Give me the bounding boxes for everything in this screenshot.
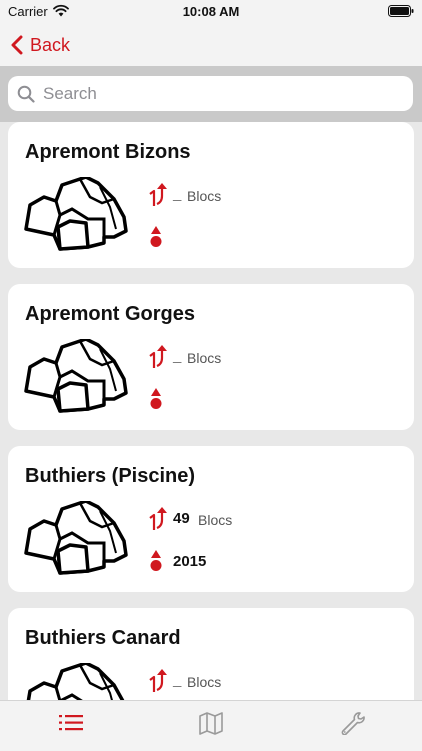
- back-button[interactable]: Back: [10, 30, 70, 60]
- crag-name: Buthiers (Piscine): [25, 465, 196, 487]
- rock-icon: [24, 177, 128, 251]
- route-arrow-icon: [149, 507, 167, 530]
- altitude-icon: [150, 226, 162, 247]
- crag-card[interactable]: Buthiers Canard _ Blocs: [8, 608, 414, 700]
- route-arrow-icon: [149, 669, 167, 692]
- altitude-value: 2015: [173, 553, 207, 570]
- rock-icon: [26, 663, 125, 700]
- routes-count: _: [173, 672, 182, 689]
- wrench-icon[interactable]: [339, 711, 365, 735]
- crag-card[interactable]: Apremont Gorges _ Blocs: [8, 284, 414, 430]
- crag-list[interactable]: Apremont Bizons _ Blocs Apremont Gorges: [0, 122, 422, 700]
- search-field[interactable]: [8, 76, 413, 111]
- routes-count: _: [173, 348, 182, 365]
- altitude-icon: [150, 550, 162, 571]
- routes-label: Blocs: [187, 188, 222, 204]
- chevron-left-icon: [11, 35, 23, 55]
- route-arrow-icon: [149, 345, 167, 368]
- rock-icon: [24, 501, 128, 575]
- back-label: Back: [30, 34, 71, 55]
- route-arrow-icon: [149, 183, 167, 206]
- tab-bar: [0, 700, 422, 751]
- routes-count: 49: [173, 510, 190, 527]
- search-input[interactable]: [41, 82, 385, 105]
- altitude-icon: [150, 388, 162, 409]
- search-icon: [17, 85, 35, 103]
- crag-card[interactable]: Apremont Bizons _ Blocs: [8, 122, 414, 268]
- map-icon[interactable]: [198, 711, 224, 735]
- battery-icon: [388, 5, 414, 17]
- routes-label: Blocs: [198, 512, 233, 528]
- search-bar: [0, 66, 422, 122]
- rock-icon: [24, 339, 128, 413]
- routes-label: Blocs: [187, 674, 222, 690]
- routes-label: Blocs: [187, 350, 222, 366]
- list-icon[interactable]: [58, 711, 84, 735]
- crag-card[interactable]: Buthiers (Piscine) 49 Blocs 2015: [8, 446, 414, 592]
- crag-name: Apremont Bizons: [25, 141, 191, 163]
- status-time: 10:08 AM: [182, 4, 240, 19]
- navigation-bar: Back: [0, 24, 422, 66]
- crag-name: Apremont Gorges: [25, 303, 196, 325]
- crag-name: Buthiers Canard: [25, 627, 181, 649]
- status-bar: Carrier 10:08 AM: [0, 0, 422, 24]
- routes-count: _: [173, 186, 182, 203]
